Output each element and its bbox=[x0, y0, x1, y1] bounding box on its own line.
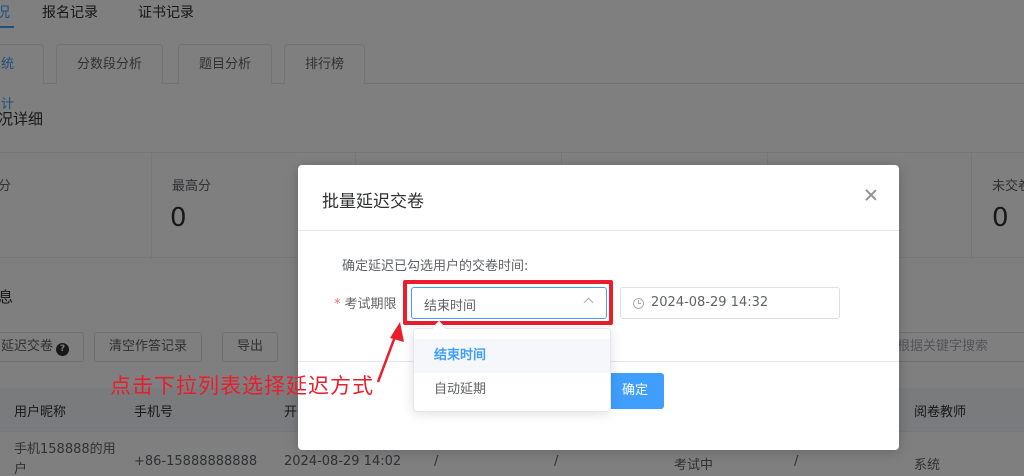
highlight-box bbox=[403, 280, 613, 325]
required-mark: * bbox=[334, 297, 341, 312]
option-auto-extend[interactable]: 自动延期 bbox=[414, 373, 610, 407]
dialog-description: 确定延迟已勾选用户的交卷时间: bbox=[342, 259, 529, 274]
date-value: 2024-08-29 14:32 bbox=[651, 295, 769, 310]
annotation-text: 点击下拉列表选择延迟方式 bbox=[110, 374, 374, 398]
clock-icon bbox=[633, 298, 644, 309]
confirm-button[interactable]: 确定 bbox=[606, 373, 664, 409]
annotation-arrow-icon bbox=[376, 322, 404, 383]
dialog-title: 批量延迟交卷 bbox=[322, 192, 424, 212]
close-icon[interactable] bbox=[863, 187, 879, 203]
field-label-text: 考试期限 bbox=[344, 297, 397, 312]
exam-deadline-label: * 考试期限 bbox=[334, 293, 397, 312]
dialog-header: 批量延迟交卷 bbox=[298, 165, 899, 231]
delay-method-dropdown: 结束时间 自动延期 bbox=[413, 320, 611, 412]
option-end-time[interactable]: 结束时间 bbox=[414, 339, 610, 373]
end-time-picker[interactable]: 2024-08-29 14:32 bbox=[620, 287, 840, 319]
